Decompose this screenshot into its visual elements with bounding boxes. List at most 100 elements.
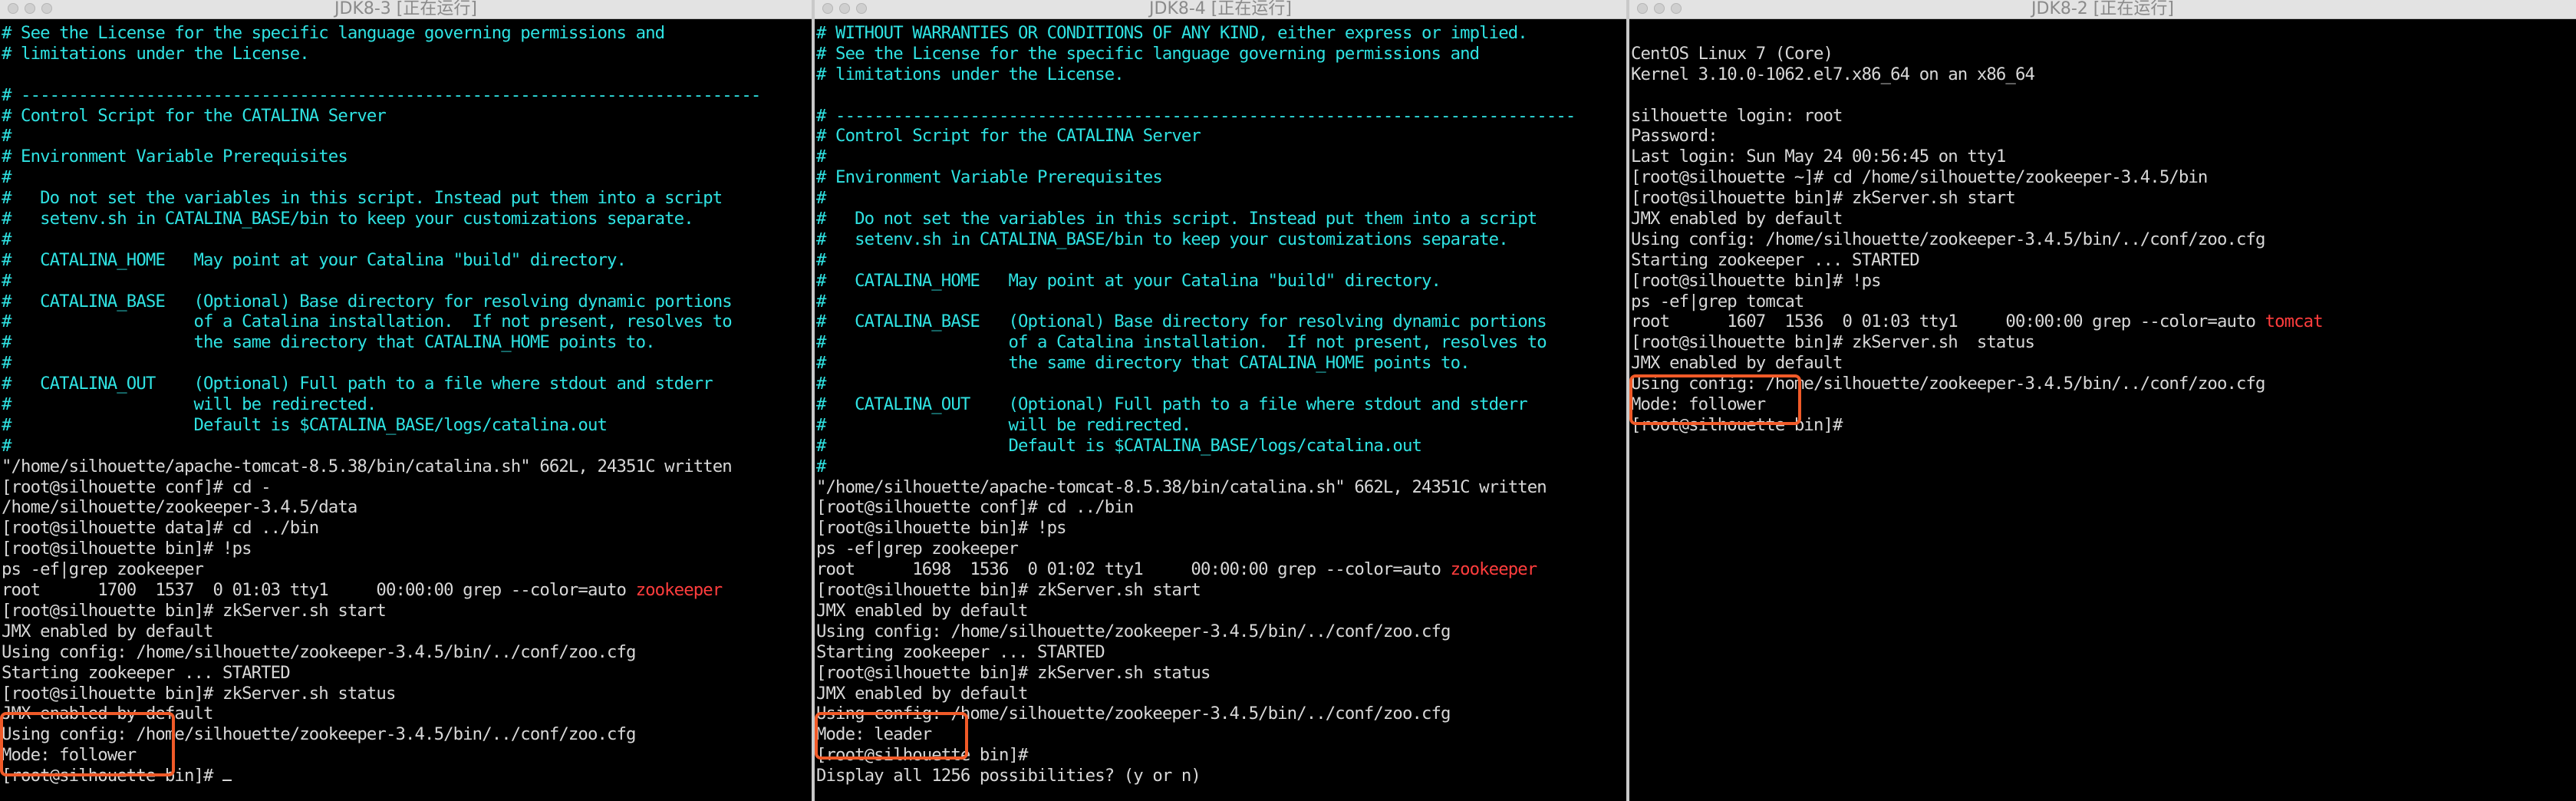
terminal-line: "/home/silhouette/apache-tomcat-8.5.38/b…: [816, 477, 1626, 498]
terminal-line-text: # limitations under the License.: [2, 43, 310, 64]
terminal-line: Using config: /home/silhouette/zookeeper…: [816, 621, 1626, 642]
terminal-line-text: # Environment Variable Prerequisites: [816, 167, 1163, 188]
terminal-screen[interactable]: # See the License for the specific langu…: [0, 21, 812, 801]
terminal-line: [root@silhouette bin]# !ps: [1631, 271, 2576, 292]
terminal-line: #: [816, 250, 1626, 271]
terminal-line-text: # --------------------------------------…: [2, 84, 761, 105]
terminal-line-text: #: [2, 229, 12, 249]
window-titlebar[interactable]: JDK8-2 [正在运行]: [1629, 0, 2576, 19]
terminal-line-text: [root@silhouette bin]# zkServer.sh start: [1631, 188, 2016, 209]
terminal-line: /home/silhouette/zookeeper-3.4.5/data: [2, 497, 812, 518]
terminal-line: # limitations under the License.: [816, 64, 1626, 85]
terminal-line: # of a Catalina installation. If not pre…: [2, 312, 812, 332]
terminal-line-text: # Default is $CATALINA_BASE/logs/catalin…: [816, 435, 1422, 456]
terminal-line-text: silhouette login: root: [1631, 105, 1843, 126]
terminal-line: # Control Script for the CATALINA Server: [816, 126, 1626, 147]
terminal-line-text: #: [816, 249, 826, 270]
terminal-line-text: # of a Catalina installation. If not pre…: [816, 332, 1547, 353]
terminal-line: root 1700 1537 0 01:03 tty1 00:00:00 gre…: [2, 580, 812, 601]
terminal-line: # Default is $CATALINA_BASE/logs/catalin…: [816, 436, 1626, 457]
terminal-line-text: [root@silhouette bin]# !ps: [816, 518, 1067, 539]
terminal-line: [root@silhouette bin]# zkServer.sh start: [816, 580, 1626, 601]
terminal-line: # CATALINA_HOME May point at your Catali…: [2, 250, 812, 271]
terminal-line-text: [root@silhouette ~]# cd /home/silhouette…: [1631, 167, 2208, 188]
terminal-line: Starting zookeeper ... STARTED: [816, 642, 1626, 663]
terminal-screen[interactable]: # WITHOUT WARRANTIES OR CONDITIONS OF AN…: [815, 21, 1626, 801]
terminal-line: #: [2, 353, 812, 374]
terminal-line-text: # CATALINA_BASE (Optional) Base director…: [2, 291, 733, 312]
terminal-line-text: [root@silhouette conf]# cd ../bin: [816, 497, 1134, 518]
terminal-line-text: [root@silhouette bin]# !ps: [1631, 270, 1882, 291]
terminal-line-text: # the same directory that CATALINA_HOME …: [2, 332, 656, 353]
terminal-line-text: [root@silhouette bin]# zkServer.sh statu…: [1631, 332, 2035, 353]
terminal-line: #: [2, 271, 812, 292]
terminal-line-text: # the same directory that CATALINA_HOME …: [816, 353, 1471, 374]
vm-window-jdk8-2[interactable]: JDK8-2 [正在运行] CentOS Linux 7 (Core) Kerne…: [1629, 0, 2576, 801]
window-title: JDK8-3 [正在运行]: [334, 0, 477, 18]
terminal-line: # CATALINA_OUT (Optional) Full path to a…: [2, 374, 812, 394]
terminal-line-text: /home/silhouette/zookeeper-3.4.5/data: [2, 497, 357, 518]
terminal-line-text: "/home/silhouette/apache-tomcat-8.5.38/b…: [816, 476, 1547, 497]
terminal-line-text: # CATALINA_HOME May point at your Catali…: [2, 249, 627, 270]
terminal-line: # Do not set the variables in this scrip…: [2, 188, 812, 209]
terminal-line: #: [816, 292, 1626, 312]
terminal-line-text: #: [2, 353, 12, 374]
grep-match-highlight: zookeeper: [1450, 559, 1538, 580]
terminal-line-text: # Do not set the variables in this scrip…: [816, 209, 1537, 229]
terminal-line: Password:: [1631, 126, 2576, 147]
terminal-line: root 1607 1536 0 01:03 tty1 00:00:00 gre…: [1631, 312, 2576, 332]
terminal-line-text: JMX enabled by default: [816, 600, 1028, 621]
terminal-line: # setenv.sh in CATALINA_BASE/bin to keep…: [2, 209, 812, 229]
terminal-line-text: # See the License for the specific langu…: [816, 43, 1480, 64]
terminal-line: "/home/silhouette/apache-tomcat-8.5.38/b…: [2, 457, 812, 477]
terminal-line-text: #: [816, 291, 826, 312]
terminal-line-text: # of a Catalina installation. If not pre…: [2, 312, 733, 332]
terminal-line-text: # Control Script for the CATALINA Server: [816, 126, 1201, 147]
mode-highlight-box: [815, 712, 968, 760]
vm-window-jdk8-3[interactable]: JDK8-3 [正在运行] # See the License for the …: [0, 0, 815, 801]
terminal-line-text: Last login: Sun May 24 00:56:45 on tty1: [1631, 147, 2006, 167]
terminal-line: # See the License for the specific langu…: [2, 23, 812, 44]
terminal-line: #: [816, 147, 1626, 167]
terminal-line-text: # WITHOUT WARRANTIES OR CONDITIONS OF AN…: [816, 23, 1528, 43]
terminal-line: #: [816, 374, 1626, 394]
window-titlebar[interactable]: JDK8-4 [正在运行]: [815, 0, 1626, 19]
terminal-line-text: Using config: /home/silhouette/zookeeper…: [816, 621, 1451, 641]
mode-highlight-box: [0, 712, 175, 776]
terminal-line: #: [2, 436, 812, 457]
terminal-line: Starting zookeeper ... STARTED: [1631, 250, 2576, 271]
terminal-line-text: ps -ef|grep zookeeper: [2, 559, 204, 580]
terminal-line-text: Using config: /home/silhouette/zookeeper…: [1631, 229, 2265, 249]
terminal-line-text: [root@silhouette bin]# zkServer.sh start: [816, 580, 1201, 601]
terminal-line: #: [816, 457, 1626, 477]
window-titlebar[interactable]: JDK8-3 [正在运行]: [0, 0, 812, 19]
terminal-line-text: Starting zookeeper ... STARTED: [816, 641, 1105, 662]
terminal-line: CentOS Linux 7 (Core): [1631, 44, 2576, 64]
terminal-line: [root@silhouette data]# cd ../bin: [2, 518, 812, 539]
vm-window-jdk8-4[interactable]: JDK8-4 [正在运行] # WITHOUT WARRANTIES OR CO…: [815, 0, 1629, 801]
terminal-line: # See the License for the specific langu…: [816, 44, 1626, 64]
terminal-line: JMX enabled by default: [1631, 353, 2576, 374]
terminal-line: # CATALINA_BASE (Optional) Base director…: [816, 312, 1626, 332]
terminal-line-text: # CATALINA_BASE (Optional) Base director…: [816, 312, 1547, 332]
terminal-line-text: ps -ef|grep zookeeper: [816, 539, 1019, 559]
terminal-line: JMX enabled by default: [816, 684, 1626, 704]
terminal-line-text: #: [2, 167, 12, 188]
terminal-line-text: ps -ef|grep tomcat: [1631, 291, 1804, 312]
window-title: JDK8-2 [正在运行]: [2031, 0, 2174, 18]
terminal-line: silhouette login: root: [1631, 106, 2576, 127]
terminal-line-text: # CATALINA_HOME May point at your Catali…: [816, 270, 1441, 291]
terminal-line: # limitations under the License.: [2, 44, 812, 64]
terminal-line-text: # --------------------------------------…: [816, 105, 1576, 126]
terminal-line: Kernel 3.10.0-1062.el7.x86_64 on an x86_…: [1631, 64, 2576, 85]
terminal-line-text: JMX enabled by default: [2, 621, 213, 641]
terminal-line-text: # See the License for the specific langu…: [2, 23, 665, 43]
terminal-line: JMX enabled by default: [2, 621, 812, 642]
terminal-line: #: [2, 229, 812, 250]
terminal-line-text: [root@silhouette bin]# zkServer.sh statu…: [2, 683, 396, 704]
terminal-cursor: [222, 780, 232, 782]
terminal-line-text: # setenv.sh in CATALINA_BASE/bin to keep…: [2, 209, 694, 229]
terminal-line-text: # limitations under the License.: [816, 64, 1125, 84]
